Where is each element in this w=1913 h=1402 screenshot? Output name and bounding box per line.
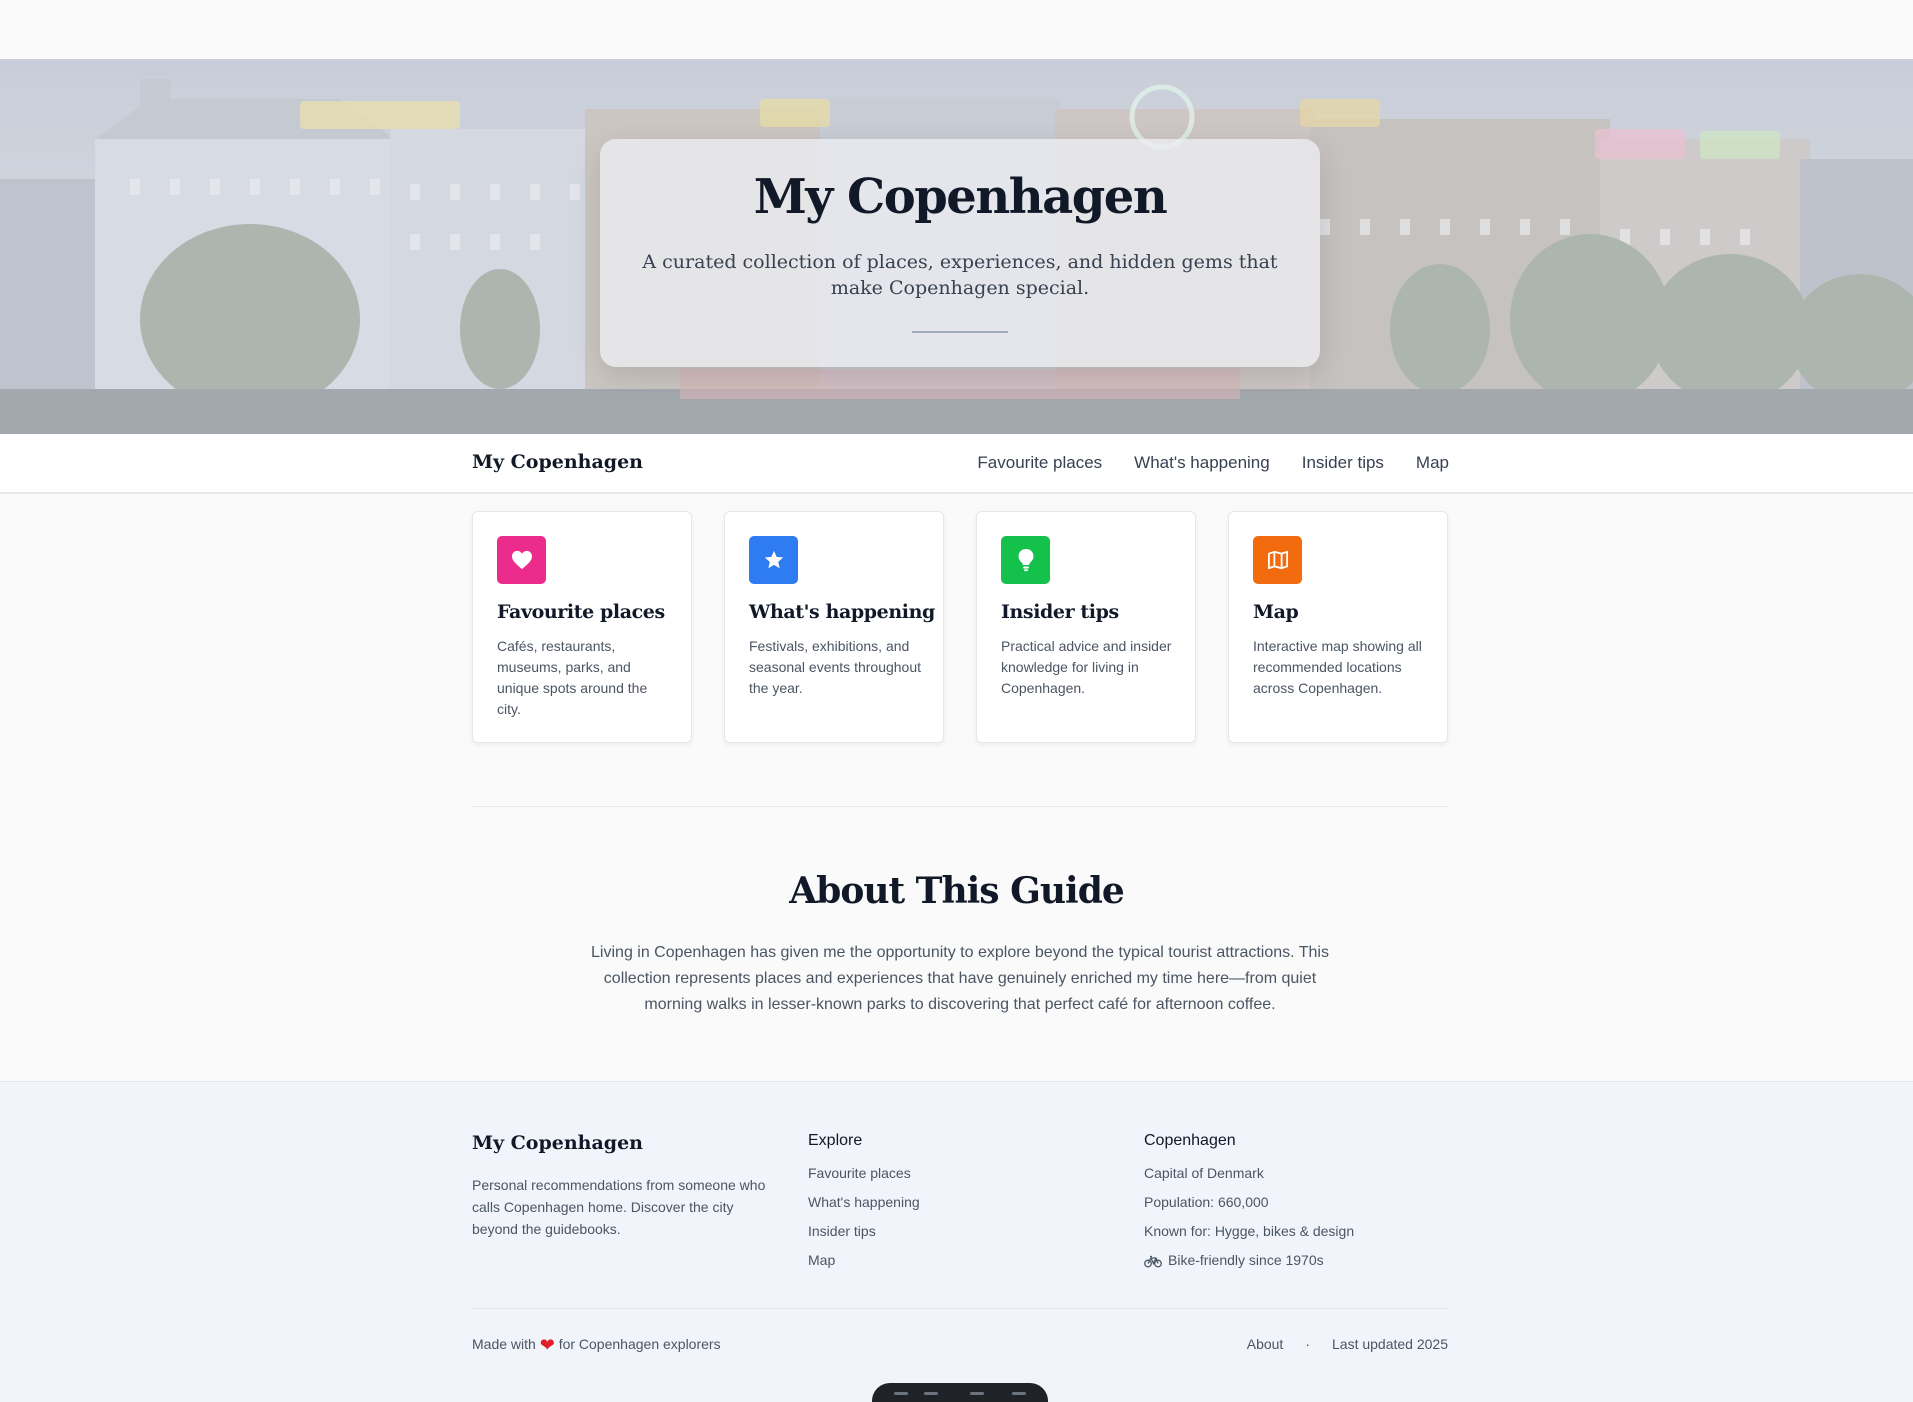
footer-link-favourite-places[interactable]: Favourite places bbox=[808, 1165, 911, 1181]
star-icon bbox=[749, 536, 798, 584]
main-navigation: My Copenhagen Favourite places What's ha… bbox=[0, 434, 1913, 494]
card-description: Interactive map showing all recommended … bbox=[1253, 638, 1422, 696]
bicycle-icon bbox=[1144, 1255, 1162, 1268]
footer-description: Personal recommendations from someone wh… bbox=[472, 1177, 766, 1237]
footer-divider bbox=[472, 1308, 1448, 1309]
lightbulb-icon bbox=[1001, 536, 1050, 584]
card-title: Map bbox=[1253, 601, 1299, 623]
nav-link-favourite-places[interactable]: Favourite places bbox=[977, 453, 1102, 473]
top-bar bbox=[0, 0, 1913, 59]
city-fact: Population: 660,000 bbox=[1144, 1194, 1269, 1210]
footer: My Copenhagen Personal recommendations f… bbox=[0, 1081, 1913, 1402]
city-fact: Capital of Denmark bbox=[1144, 1165, 1264, 1181]
card-description: Festivals, exhibitions, and seasonal eve… bbox=[749, 638, 922, 696]
footer-made-with: Made with ❤ for Copenhagen explorers bbox=[472, 1335, 721, 1355]
feature-cards: Favourite places Cafés, restaurants, mus… bbox=[472, 511, 1448, 743]
card-favourite-places[interactable]: Favourite places Cafés, restaurants, mus… bbox=[472, 511, 692, 743]
map-icon bbox=[1253, 536, 1302, 584]
nav-links: Favourite places What's happening Inside… bbox=[977, 453, 1449, 473]
footer-link-map[interactable]: Map bbox=[808, 1252, 835, 1268]
footer-explore-column: Explore Favourite places What's happenin… bbox=[808, 1132, 1108, 1280]
heart-icon bbox=[497, 536, 546, 584]
footer-meta: About · Last updated 2025 bbox=[1247, 1336, 1448, 1352]
last-updated: Last updated 2025 bbox=[1332, 1336, 1448, 1352]
card-description: Cafés, restaurants, museums, parks, and … bbox=[497, 638, 648, 717]
hero-subtitle: A curated collection of places, experien… bbox=[642, 251, 1278, 299]
card-title: What's happening bbox=[749, 601, 935, 623]
footer-city-column: Copenhagen Capital of Denmark Population… bbox=[1144, 1132, 1444, 1280]
page-title: My Copenhagen bbox=[753, 169, 1168, 225]
card-whats-happening[interactable]: What's happening Festivals, exhibitions,… bbox=[724, 511, 944, 743]
card-map[interactable]: Map Interactive map showing all recommen… bbox=[1228, 511, 1448, 743]
card-description: Practical advice and insider knowledge f… bbox=[1001, 638, 1172, 696]
about-text: Living in Copenhagen has given me the op… bbox=[591, 944, 1329, 1013]
about-heading: About This Guide bbox=[789, 870, 1125, 912]
footer-explore-heading: Explore bbox=[808, 1132, 863, 1149]
card-insider-tips[interactable]: Insider tips Practical advice and inside… bbox=[976, 511, 1196, 743]
city-fact: Known for: Hygge, bikes & design bbox=[1144, 1223, 1355, 1239]
city-fact-bike: Bike-friendly since 1970s bbox=[1144, 1251, 1444, 1280]
footer-link-insider-tips[interactable]: Insider tips bbox=[808, 1223, 876, 1239]
nav-link-map[interactable]: Map bbox=[1416, 453, 1449, 473]
hero-divider bbox=[912, 331, 1008, 333]
hero-card: My Copenhagen A curated collection of pl… bbox=[600, 139, 1320, 367]
hero-banner: My Copenhagen A curated collection of pl… bbox=[0, 59, 1913, 434]
floating-toolbar[interactable] bbox=[872, 1383, 1048, 1402]
footer-link-whats-happening[interactable]: What's happening bbox=[808, 1194, 920, 1210]
section-divider bbox=[472, 806, 1448, 807]
card-title: Favourite places bbox=[497, 601, 665, 623]
footer-brand: My Copenhagen bbox=[472, 1132, 643, 1154]
heart-icon: ❤ bbox=[539, 1335, 555, 1355]
nav-link-whats-happening[interactable]: What's happening bbox=[1134, 453, 1270, 473]
footer-separator: · bbox=[1305, 1336, 1310, 1352]
footer-about-link[interactable]: About bbox=[1247, 1336, 1284, 1352]
card-title: Insider tips bbox=[1001, 601, 1119, 623]
nav-brand-link[interactable]: My Copenhagen bbox=[472, 451, 643, 473]
footer-city-heading: Copenhagen bbox=[1144, 1132, 1236, 1149]
nav-link-insider-tips[interactable]: Insider tips bbox=[1302, 453, 1384, 473]
